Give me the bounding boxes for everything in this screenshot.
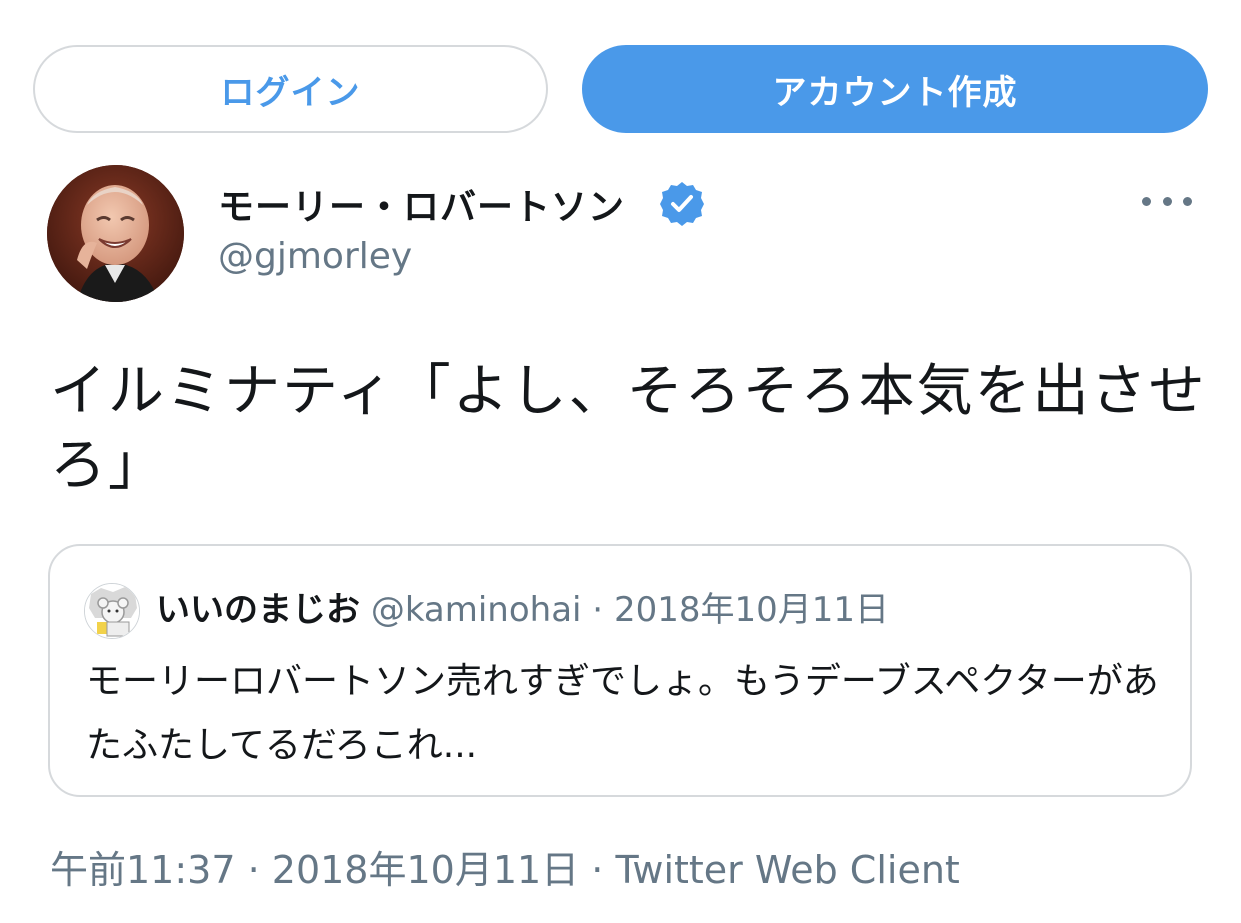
- verified-badge-icon: [660, 182, 704, 226]
- author-avatar-image: [47, 165, 184, 302]
- quoted-author-handle[interactable]: @kaminohai: [371, 590, 582, 630]
- tweet-date[interactable]: 2018年10月11日: [272, 848, 579, 892]
- tweet-metadata: 午前11:37 · 2018年10月11日 · Twitter Web Clie…: [50, 844, 960, 896]
- more-dot: [1162, 196, 1172, 206]
- more-dot: [1142, 196, 1151, 206]
- quoted-tweet-card[interactable]: いいのまじお @kaminohai · 2018年10月11日 モーリーロバート…: [48, 544, 1192, 797]
- quoted-tweet-text: モーリーロバートソン売れすぎでしょ。もうデーブスペクターがあたふたしてるだろこれ…: [86, 661, 1159, 766]
- meta-separator: ·: [579, 848, 616, 892]
- quoted-date: 2018年10月11日: [613, 590, 889, 630]
- login-button[interactable]: ログイン: [33, 45, 548, 133]
- create-account-button[interactable]: アカウント作成: [582, 45, 1208, 133]
- more-dot: [1183, 196, 1192, 206]
- quoted-avatar-image: [85, 584, 139, 638]
- author-handle[interactable]: @gjmorley: [218, 236, 412, 277]
- quoted-author-name[interactable]: いいのまじお: [156, 590, 360, 630]
- quoted-author-avatar[interactable]: [84, 583, 140, 639]
- more-options-icon[interactable]: [1142, 186, 1192, 216]
- quoted-tweet-header: いいのまじお @kaminohai · 2018年10月11日: [156, 586, 889, 634]
- tweet-source[interactable]: Twitter Web Client: [615, 848, 959, 892]
- tweet-time[interactable]: 午前11:37: [50, 848, 236, 892]
- author-name[interactable]: モーリー・ロバートソン: [218, 178, 625, 230]
- author-avatar[interactable]: [47, 165, 184, 302]
- tweet-text: イルミナティ「よし、そろそろ本気を出させろ」: [50, 359, 1207, 498]
- meta-separator: ·: [235, 848, 272, 892]
- quoted-separator: ·: [581, 590, 614, 630]
